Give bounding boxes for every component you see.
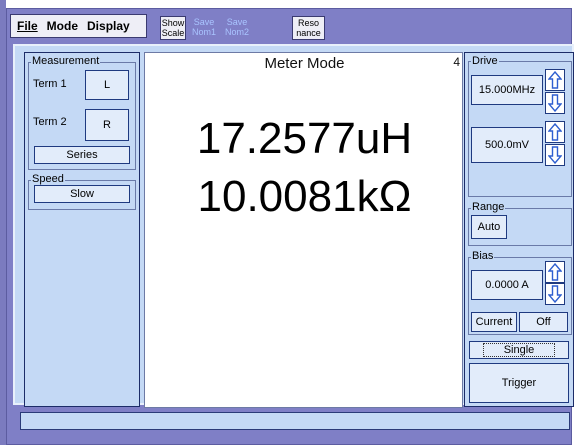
bias-title: Bias [471,250,495,262]
frequency-down-button[interactable] [545,92,565,114]
range-label: Auto [477,221,501,233]
trigger-label: Trigger [501,377,537,389]
bias-current-label: Current [475,316,513,328]
term2-value: R [103,119,111,131]
bias-value: 0.0000 A [485,279,529,291]
arrow-up-icon [548,71,562,89]
single-label: Single [482,343,556,357]
voltage-down-button[interactable] [545,144,565,166]
right-panel: Drive 15.000MHz 500.0mV Range Auto Bias … [464,52,574,407]
resonance-label-line1: Reso [297,18,319,28]
resonance-label-line2: nance [296,28,321,38]
speed-button[interactable]: Slow [34,185,130,203]
term2-button[interactable]: R [85,109,129,141]
voltage-up-button[interactable] [545,121,565,143]
series-button[interactable]: Series [34,146,130,164]
speed-label: Slow [70,188,94,200]
menu-file[interactable]: File [17,19,38,33]
single-button[interactable]: Single [469,341,569,359]
arrow-down-icon [548,285,562,303]
primary-reading: 17.2577uH [196,114,413,163]
arrow-down-icon [548,94,562,112]
arrow-up-icon [548,123,562,141]
channel-indicator: 4 [453,55,460,69]
voltage-value: 500.0mV [484,139,530,151]
save-nom2-label-line2: Nom2 [224,27,249,37]
term2-label: Term 2 [33,116,67,128]
drive-title: Drive [471,55,499,67]
bias-down-button[interactable] [545,283,565,305]
meter-display: Meter Mode 4 17.2577uH 10.0081kΩ [144,52,463,408]
page-title: Meter Mode [264,55,345,72]
bias-up-button[interactable] [545,261,565,283]
arrow-up-icon [548,263,562,281]
frequency-button[interactable]: 15.000MHz [471,75,543,105]
save-nom1-button[interactable]: Save Nom1 [189,16,219,40]
frequency-up-button[interactable] [545,69,565,91]
show-scale-label-line1: Show [161,18,185,28]
menu-mode[interactable]: Mode [47,19,78,33]
term1-label: Term 1 [33,78,67,90]
menu-display[interactable]: Display [87,19,130,33]
voltage-button[interactable]: 500.0mV [471,127,543,163]
save-nom1-label-line1: Save [193,17,215,27]
save-nom2-label-line1: Save [226,17,248,27]
save-nom2-button[interactable]: Save Nom2 [222,16,252,40]
range-title: Range [471,201,506,213]
left-panel: Measurement Term 1 L Term 2 R Series Spe… [24,52,140,407]
show-scale-label-line2: Scale [161,28,185,38]
term1-button[interactable]: L [85,70,129,100]
bias-current-button[interactable]: Current [471,312,517,332]
page-margin-top [0,0,587,8]
measurement-title: Measurement [31,55,101,67]
frequency-value: 15.000MHz [478,84,536,96]
menu-bar: File Mode Display [10,14,147,38]
resonance-button[interactable]: Reso nance [292,16,325,40]
status-bar [20,412,570,430]
range-button[interactable]: Auto [471,215,507,239]
bias-off-label: Off [536,316,551,328]
secondary-reading: 10.0081kΩ [197,172,412,221]
series-label: Series [66,149,98,161]
term1-value: L [103,79,111,91]
speed-title: Speed [31,173,65,185]
trigger-button[interactable]: Trigger [469,363,569,403]
save-nom1-label-line2: Nom1 [191,27,216,37]
bias-off-button[interactable]: Off [519,312,568,332]
bias-value-button[interactable]: 0.0000 A [471,270,543,300]
arrow-down-icon [548,146,562,164]
show-scale-button[interactable]: Show Scale [160,16,186,40]
